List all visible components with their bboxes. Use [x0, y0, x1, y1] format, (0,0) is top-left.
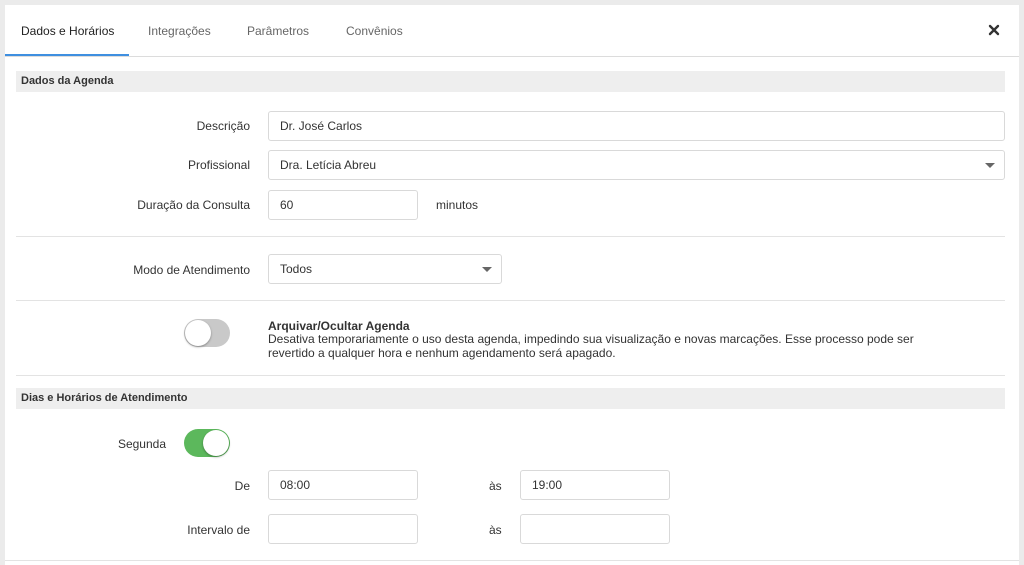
- intervalo-de-input[interactable]: [268, 514, 418, 544]
- duracao-label: Duração da Consulta: [137, 198, 250, 212]
- intervalo-ate-input[interactable]: [520, 514, 670, 544]
- profissional-selected-value: Dra. Letícia Abreu: [280, 158, 377, 172]
- section-header-dias-horarios: Dias e Horários de Atendimento: [16, 388, 1005, 409]
- segunda-de-input[interactable]: [268, 470, 418, 500]
- arquivar-description: Desativa temporariamente o uso desta age…: [268, 332, 914, 360]
- tab-parametros[interactable]: Parâmetros: [247, 5, 309, 57]
- modo-atendimento-select[interactable]: Todos: [268, 254, 502, 284]
- tab-dados-horarios[interactable]: Dados e Horários: [21, 5, 114, 57]
- arquivar-title: Arquivar/Ocultar Agenda: [268, 319, 410, 333]
- chevron-down-icon: [482, 267, 492, 272]
- chevron-down-icon: [985, 163, 995, 168]
- intervalo-label: Intervalo de: [187, 523, 250, 537]
- arquivar-toggle[interactable]: [184, 319, 230, 347]
- toggle-knob: [185, 320, 211, 346]
- modo-atendimento-label: Modo de Atendimento: [133, 263, 250, 277]
- duracao-input[interactable]: [268, 190, 418, 220]
- modo-atendimento-selected-value: Todos: [280, 262, 313, 276]
- divider: [16, 300, 1005, 301]
- divider: [16, 236, 1005, 237]
- descricao-input[interactable]: [268, 111, 1005, 141]
- agenda-modal: Dados e Horários Integrações Parâmetros …: [5, 5, 1019, 565]
- tab-bar: Dados e Horários Integrações Parâmetros …: [5, 5, 1019, 57]
- active-tab-indicator: [5, 54, 129, 56]
- profissional-select[interactable]: Dra. Letícia Abreu: [268, 150, 1005, 180]
- close-icon[interactable]: [987, 23, 1001, 37]
- descricao-label: Descrição: [196, 119, 250, 133]
- toggle-knob: [203, 430, 229, 456]
- duracao-unit: minutos: [436, 198, 479, 212]
- intervalo-ate-label: às: [489, 523, 502, 537]
- tab-integracoes[interactable]: Integrações: [148, 5, 211, 57]
- tab-convenios[interactable]: Convênios: [346, 5, 403, 57]
- divider: [16, 375, 1005, 376]
- de-label: De: [234, 479, 250, 493]
- section-header-dados-agenda: Dados da Agenda: [16, 71, 1005, 92]
- divider: [5, 560, 1019, 561]
- segunda-label: Segunda: [117, 437, 166, 451]
- profissional-label: Profissional: [187, 158, 250, 172]
- ate-label: às: [489, 479, 502, 493]
- segunda-ate-input[interactable]: [520, 470, 670, 500]
- segunda-toggle[interactable]: [184, 429, 230, 457]
